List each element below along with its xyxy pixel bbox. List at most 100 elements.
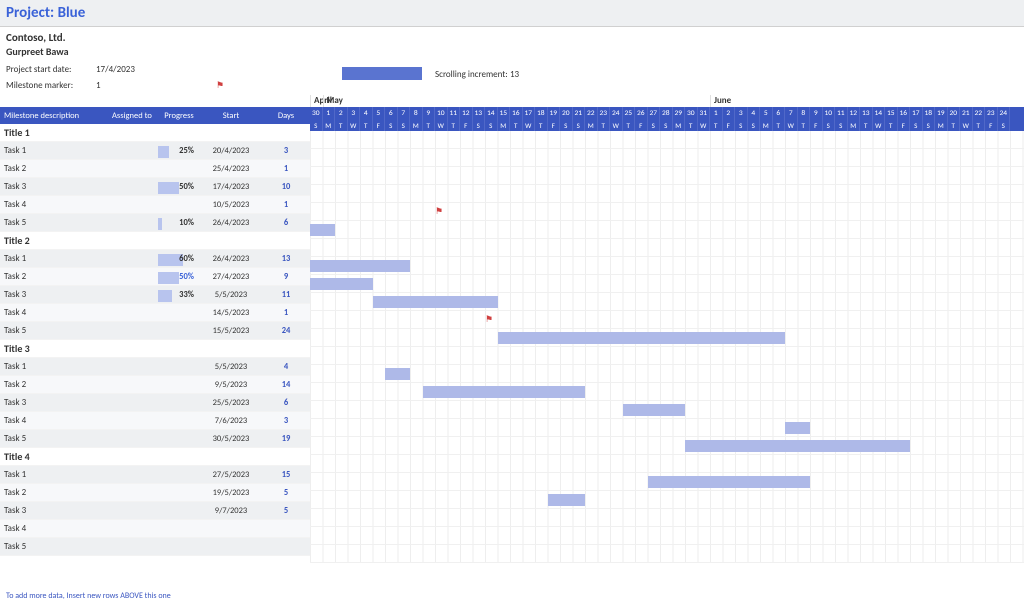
task-days[interactable]: 1 xyxy=(262,306,310,320)
task-desc[interactable]: Task 4 xyxy=(0,521,108,536)
task-days[interactable]: 6 xyxy=(262,216,310,230)
task-days[interactable]: 6 xyxy=(262,396,310,410)
task-assigned[interactable] xyxy=(108,509,158,513)
table-row[interactable]: Task 5 xyxy=(0,538,310,556)
task-progress[interactable] xyxy=(158,401,200,405)
task-assigned[interactable] xyxy=(108,221,158,225)
task-start[interactable]: 26/4/2023 xyxy=(200,252,262,266)
task-progress[interactable]: 50% xyxy=(158,269,200,284)
task-start[interactable]: 20/4/2023 xyxy=(200,144,262,158)
task-assigned[interactable] xyxy=(108,329,158,333)
task-assigned[interactable] xyxy=(108,473,158,477)
task-assigned[interactable] xyxy=(108,257,158,261)
task-days[interactable]: 14 xyxy=(262,378,310,392)
task-days[interactable]: 3 xyxy=(262,144,310,158)
task-days[interactable] xyxy=(262,527,310,531)
table-row[interactable]: Task 5 30/5/202319 xyxy=(0,430,310,448)
task-days[interactable]: 10 xyxy=(262,180,310,194)
task-assigned[interactable] xyxy=(108,167,158,171)
task-days[interactable]: 1 xyxy=(262,198,310,212)
task-start[interactable]: 27/4/2023 xyxy=(200,270,262,284)
task-progress[interactable]: 25% xyxy=(158,143,200,158)
section-row[interactable]: Title 1 xyxy=(0,124,310,142)
gantt-bar[interactable] xyxy=(385,368,410,380)
scroll-value[interactable]: 13 xyxy=(510,69,519,80)
task-start[interactable]: 10/5/2023 xyxy=(200,198,262,212)
task-progress[interactable] xyxy=(158,383,200,387)
table-row[interactable]: Task 127/5/202315 xyxy=(0,466,310,484)
task-start[interactable]: 25/4/2023 xyxy=(200,162,262,176)
task-days[interactable]: 19 xyxy=(262,432,310,446)
task-start[interactable]: 9/5/2023 xyxy=(200,378,262,392)
task-desc[interactable]: Task 2 xyxy=(0,377,108,392)
gantt-bar[interactable] xyxy=(310,278,373,290)
table-row[interactable]: Task 4 xyxy=(0,520,310,538)
table-row[interactable]: Task 325/5/20236 xyxy=(0,394,310,412)
gantt-bar[interactable] xyxy=(648,476,811,488)
section-row[interactable]: Title 3 xyxy=(0,340,310,358)
table-row[interactable]: Task 2 9/5/202314 xyxy=(0,376,310,394)
task-assigned[interactable] xyxy=(108,491,158,495)
task-start[interactable]: 25/5/2023 xyxy=(200,396,262,410)
task-days[interactable]: 1 xyxy=(262,162,310,176)
task-progress[interactable] xyxy=(158,437,200,441)
table-row[interactable]: Task 2 19/5/20235 xyxy=(0,484,310,502)
task-assigned[interactable] xyxy=(108,203,158,207)
task-start[interactable]: 7/6/2023 xyxy=(200,414,262,428)
gantt-bar[interactable] xyxy=(685,440,910,452)
task-desc[interactable]: Task 3 xyxy=(0,179,108,194)
table-row[interactable]: Task 333%5/5/202311 xyxy=(0,286,310,304)
gantt-bar[interactable] xyxy=(310,224,335,236)
start-date-value[interactable]: 17/4/2023 xyxy=(96,64,156,75)
task-assigned[interactable] xyxy=(108,293,158,297)
task-start[interactable]: 5/5/2023 xyxy=(200,360,262,374)
task-progress[interactable]: 10% xyxy=(158,215,200,230)
task-start[interactable] xyxy=(200,545,262,549)
table-row[interactable]: Task 160%26/4/202313 xyxy=(0,250,310,268)
task-days[interactable]: 13 xyxy=(262,252,310,266)
task-days[interactable]: 5 xyxy=(262,486,310,500)
task-progress[interactable] xyxy=(158,491,200,495)
task-desc[interactable]: Task 2 xyxy=(0,161,108,176)
task-start[interactable]: 15/5/2023 xyxy=(200,324,262,338)
gantt-bar[interactable] xyxy=(423,386,586,398)
task-desc[interactable]: Task 1 xyxy=(0,251,108,266)
table-row[interactable]: Task 515/5/202324 xyxy=(0,322,310,340)
task-desc[interactable]: Task 5 xyxy=(0,323,108,338)
task-assigned[interactable] xyxy=(108,527,158,531)
task-desc[interactable]: Task 1 xyxy=(0,143,108,158)
task-progress[interactable] xyxy=(158,419,200,423)
task-start[interactable]: 27/5/2023 xyxy=(200,468,262,482)
task-desc[interactable]: Task 3 xyxy=(0,503,108,518)
scroll-indicator[interactable] xyxy=(342,67,422,80)
task-assigned[interactable] xyxy=(108,311,158,315)
task-progress[interactable]: 50% xyxy=(158,179,200,194)
task-desc[interactable]: Task 2 xyxy=(0,485,108,500)
table-row[interactable]: Task 15/5/20234 xyxy=(0,358,310,376)
task-assigned[interactable] xyxy=(108,401,158,405)
task-desc[interactable]: Task 5 xyxy=(0,215,108,230)
task-desc[interactable]: Task 4 xyxy=(0,305,108,320)
task-progress[interactable] xyxy=(158,365,200,369)
task-progress[interactable] xyxy=(158,311,200,315)
table-row[interactable]: Task 2 25/4/20231 xyxy=(0,160,310,178)
task-assigned[interactable] xyxy=(108,437,158,441)
table-row[interactable]: Task 510%26/4/20236 xyxy=(0,214,310,232)
task-days[interactable]: 15 xyxy=(262,468,310,482)
task-start[interactable]: 14/5/2023 xyxy=(200,306,262,320)
table-row[interactable]: Task 4 14/5/20231 xyxy=(0,304,310,322)
task-assigned[interactable] xyxy=(108,545,158,549)
task-desc[interactable]: Task 5 xyxy=(0,431,108,446)
task-desc[interactable]: Task 1 xyxy=(0,359,108,374)
task-progress[interactable]: 33% xyxy=(158,287,200,302)
table-row[interactable]: Task 1 25%20/4/20233 xyxy=(0,142,310,160)
task-progress[interactable] xyxy=(158,167,200,171)
gantt-bar[interactable] xyxy=(373,296,498,308)
task-days[interactable] xyxy=(262,545,310,549)
task-start[interactable] xyxy=(200,527,262,531)
task-desc[interactable]: Task 4 xyxy=(0,413,108,428)
gantt-bar[interactable] xyxy=(785,422,810,434)
task-days[interactable]: 11 xyxy=(262,288,310,302)
task-start[interactable]: 19/5/2023 xyxy=(200,486,262,500)
task-start[interactable]: 30/5/2023 xyxy=(200,432,262,446)
